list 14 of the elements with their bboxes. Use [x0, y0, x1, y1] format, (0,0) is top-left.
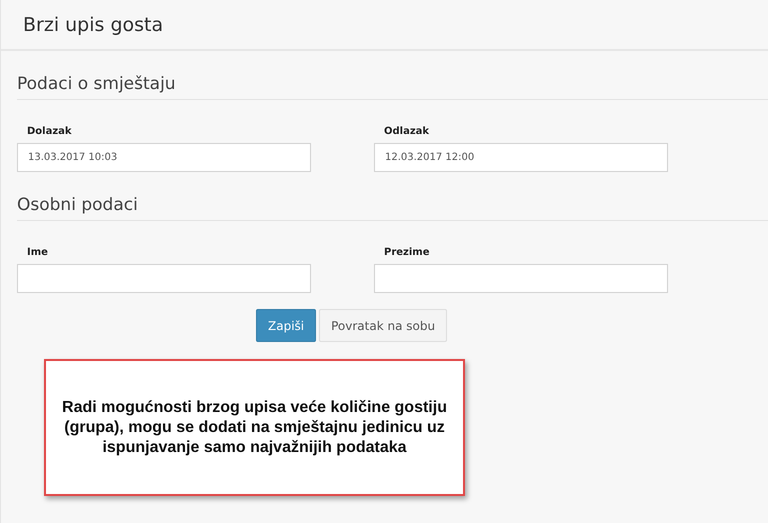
save-button[interactable]: Zapiši — [256, 309, 316, 342]
page-title: Brzi upis gosta — [23, 14, 164, 36]
section-heading: Podaci o smještaju — [17, 74, 768, 100]
input-field[interactable] — [374, 264, 668, 293]
field-label: Odlazak — [383, 126, 430, 137]
field-label: Dolazak — [26, 126, 73, 137]
field-label: Prezime — [383, 247, 430, 258]
input-field[interactable]: 12.03.2017 12:00 — [374, 143, 668, 172]
input-field[interactable]: 13.03.2017 10:03 — [17, 143, 311, 172]
section-heading: Osobni podaci — [17, 195, 768, 221]
back-button[interactable]: Povratak na sobu — [319, 309, 448, 342]
callout-text: Radi mogućnosti brzog upisa veće količine gostiju (grupa), mogu se dodati na smještajnu jedinicu uz ispunjavanje samo najvažnijih podataka — [61, 398, 448, 458]
field-label: Ime — [26, 247, 49, 258]
input-field[interactable] — [17, 264, 311, 293]
